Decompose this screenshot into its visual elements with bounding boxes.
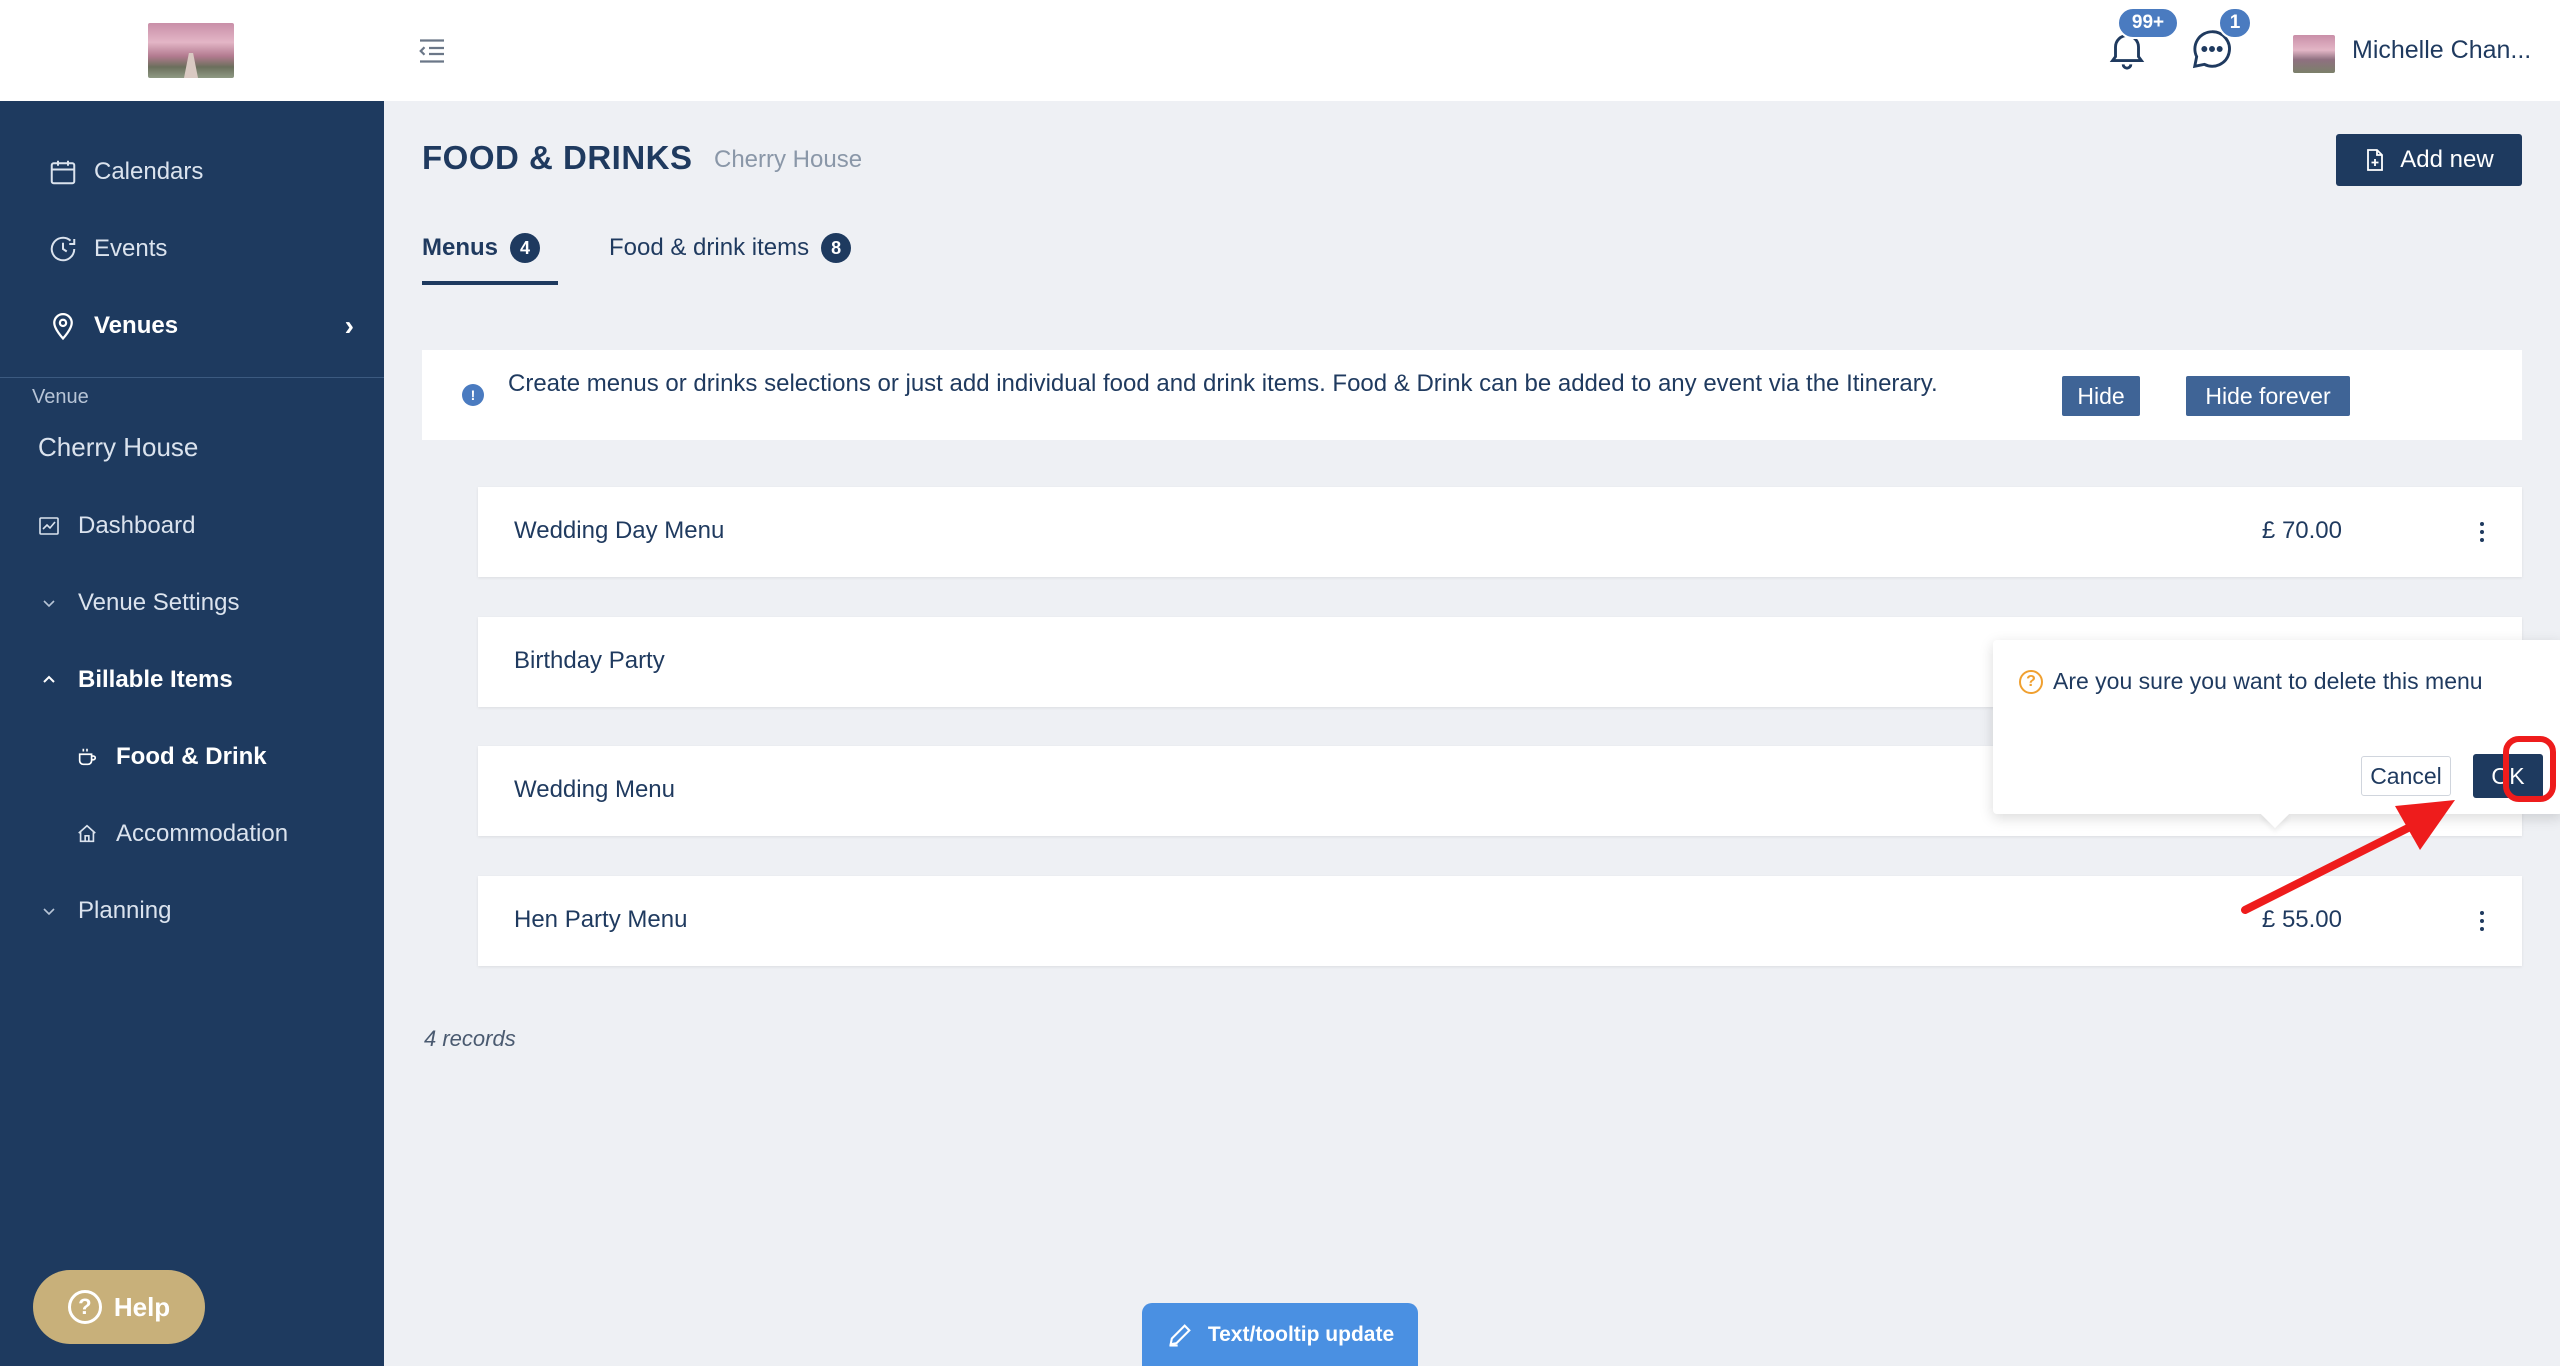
pencil-icon xyxy=(1166,1321,1194,1349)
sidebar-item-billable-items[interactable]: Billable Items xyxy=(36,655,233,705)
menu-name: Hen Party Menu xyxy=(514,906,688,933)
messages-badge: 1 xyxy=(2218,7,2252,39)
sidebar-item-planning[interactable]: Planning xyxy=(36,886,171,936)
hide-forever-button[interactable]: Hide forever xyxy=(2186,376,2350,416)
logo-area xyxy=(0,0,384,101)
tab-count-badge: 4 xyxy=(510,233,541,263)
user-name[interactable]: Michelle Chan... xyxy=(2352,36,2531,65)
sidebar-item-events[interactable]: Events xyxy=(0,219,384,279)
venue-name: Cherry House xyxy=(38,432,199,462)
tab-menus[interactable]: Menus 4 xyxy=(422,228,541,268)
menu-name: Wedding Day Menu xyxy=(514,517,725,544)
menu-price: £ 55.00 xyxy=(2261,906,2342,933)
menu-row[interactable]: Hen Party Menu £ 55.00 xyxy=(478,876,2522,966)
notifications-badge: 99+ xyxy=(2117,7,2179,39)
sidebar-item-label: Accommodation xyxy=(116,820,289,847)
chevron-down-icon xyxy=(36,898,62,924)
chevron-right-icon: › xyxy=(344,310,354,341)
page-subtitle: Cherry House xyxy=(714,146,863,173)
tab-label: Menus xyxy=(422,234,499,261)
sidebar: Calendars Events Venues › Venue Cherry H… xyxy=(0,0,384,1366)
chevron-up-icon xyxy=(36,667,62,693)
info-banner: ! Create menus or drinks selections or j… xyxy=(422,350,2522,440)
chevron-down-icon xyxy=(36,590,62,616)
sidebar-item-label: Venues xyxy=(94,312,179,339)
menu-price: £ 70.00 xyxy=(2261,517,2342,544)
question-icon: ? xyxy=(2019,670,2043,694)
calendar-icon xyxy=(46,155,80,189)
menu-name: Wedding Menu xyxy=(514,776,675,803)
more-options-icon[interactable] xyxy=(2472,514,2492,550)
tab-food-drink-items[interactable]: Food & drink items 8 xyxy=(609,228,852,268)
sidebar-item-dashboard[interactable]: Dashboard xyxy=(36,501,195,551)
help-button[interactable]: ? Help xyxy=(33,1270,205,1344)
collapse-sidebar-icon[interactable] xyxy=(414,33,450,69)
tab-count-badge: 8 xyxy=(821,233,852,263)
active-tab-indicator xyxy=(422,281,558,285)
map-pin-icon xyxy=(46,309,80,343)
annotation-highlight-ring xyxy=(2503,736,2556,802)
delete-confirm-popover: ? Are you sure you want to delete this m… xyxy=(1993,640,2560,814)
top-bar: 99+ 1 Michelle Chan... xyxy=(384,0,2560,101)
more-options-icon[interactable] xyxy=(2472,903,2492,939)
tab-label: Text/tooltip update xyxy=(1207,1322,1395,1346)
sidebar-item-label: Venue Settings xyxy=(78,589,240,616)
add-new-label: Add new xyxy=(2400,146,2494,173)
add-file-icon xyxy=(2364,148,2386,172)
records-count: 4 records xyxy=(424,1026,516,1051)
info-message: Create menus or drinks selections or jus… xyxy=(508,370,1938,397)
cancel-button[interactable]: Cancel xyxy=(2361,756,2451,796)
venue-logo[interactable] xyxy=(148,23,234,78)
sidebar-item-food-drink[interactable]: Food & Drink xyxy=(74,732,267,782)
avatar[interactable] xyxy=(2293,35,2335,73)
sidebar-item-label: Planning xyxy=(78,897,172,924)
sidebar-item-label: Dashboard xyxy=(78,512,196,539)
confirm-message: Are you sure you want to delete this men… xyxy=(2053,668,2483,694)
help-label: Help xyxy=(113,1291,171,1322)
sidebar-divider xyxy=(0,377,384,378)
sidebar-item-label: Billable Items xyxy=(78,666,233,693)
page-title: FOOD & DRINKS xyxy=(422,139,693,176)
sidebar-item-venues[interactable]: Venues › xyxy=(0,296,384,356)
chart-icon xyxy=(36,513,62,539)
add-new-button[interactable]: Add new xyxy=(2336,134,2522,186)
sidebar-item-label: Calendars xyxy=(94,158,204,185)
sidebar-item-label: Food & Drink xyxy=(116,743,267,770)
menu-row[interactable]: Wedding Day Menu £ 70.00 xyxy=(478,487,2522,577)
home-icon xyxy=(74,821,100,847)
sidebar-item-venue-settings[interactable]: Venue Settings xyxy=(36,578,239,628)
section-label: Venue xyxy=(32,386,89,408)
hide-button[interactable]: Hide xyxy=(2062,376,2140,416)
tab-label: Food & drink items xyxy=(609,234,810,261)
cup-icon xyxy=(74,744,100,770)
info-icon: ! xyxy=(462,384,484,406)
question-icon: ? xyxy=(67,1290,102,1324)
sidebar-item-label: Events xyxy=(94,235,168,262)
sidebar-item-calendars[interactable]: Calendars xyxy=(0,142,384,202)
sidebar-item-accommodation[interactable]: Accommodation xyxy=(74,809,288,859)
menu-name: Birthday Party xyxy=(514,647,665,674)
clock-icon xyxy=(46,232,80,266)
text-tooltip-update-tab[interactable]: Text/tooltip update xyxy=(1142,1303,1418,1366)
